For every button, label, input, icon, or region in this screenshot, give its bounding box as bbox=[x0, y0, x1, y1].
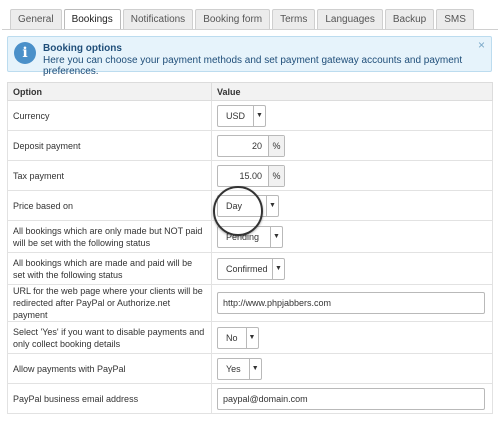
option-label: Tax payment bbox=[7, 160, 212, 191]
table-row: Currency USD ▼ bbox=[7, 100, 493, 131]
tab-bar: General Bookings Notifications Booking f… bbox=[10, 9, 490, 30]
table-row: All bookings which are only made but NOT… bbox=[7, 220, 493, 253]
table-row: URL for the web page where your clients … bbox=[7, 284, 493, 322]
column-header-value: Value bbox=[211, 82, 493, 101]
tab-divider bbox=[2, 29, 498, 30]
option-label: Deposit payment bbox=[7, 130, 212, 161]
percent-addon: % bbox=[268, 165, 284, 186]
redirect-url-input[interactable]: http://www.phpjabbers.com bbox=[217, 292, 485, 314]
chevron-down-icon: ▼ bbox=[272, 258, 284, 279]
info-box: i Booking options Here you can choose yo… bbox=[7, 36, 492, 77]
tab-languages[interactable]: Languages bbox=[317, 9, 383, 29]
option-label: All bookings which are made and paid wil… bbox=[7, 252, 212, 285]
tab-bookings[interactable]: Bookings bbox=[63, 9, 121, 30]
tab-booking-form[interactable]: Booking form bbox=[195, 9, 271, 29]
tab-general[interactable]: General bbox=[10, 9, 62, 29]
info-text: Here you can choose your payment methods… bbox=[43, 55, 463, 77]
tab-terms[interactable]: Terms bbox=[272, 9, 316, 29]
deposit-input[interactable]: 20% bbox=[217, 134, 285, 157]
option-label: Price based on bbox=[7, 190, 212, 221]
option-label: Allow payments with PayPal bbox=[7, 353, 212, 384]
chevron-down-icon: ▼ bbox=[270, 226, 282, 247]
column-header-option: Option bbox=[7, 82, 212, 101]
paid-status-select[interactable]: Confirmed ▼ bbox=[217, 257, 285, 280]
table-row: PayPal business email address paypal@dom… bbox=[7, 383, 493, 414]
info-title: Booking options bbox=[43, 43, 122, 54]
table-header: Option Value bbox=[7, 82, 493, 101]
close-icon[interactable]: × bbox=[478, 38, 485, 52]
table-row: Deposit payment 20% bbox=[7, 130, 493, 161]
options-table: Option Value Currency USD ▼ Deposit payme… bbox=[7, 82, 493, 414]
paypal-email-input[interactable]: paypal@domain.com bbox=[217, 387, 485, 410]
option-label: PayPal business email address bbox=[7, 383, 212, 414]
table-row: Tax payment 15.00% bbox=[7, 160, 493, 191]
tax-input[interactable]: 15.00% bbox=[217, 164, 285, 187]
option-label: Currency bbox=[7, 100, 212, 131]
table-row: Select 'Yes' if you want to disable paym… bbox=[7, 321, 493, 354]
allow-paypal-select[interactable]: Yes ▼ bbox=[217, 357, 262, 380]
tab-notifications[interactable]: Notifications bbox=[122, 9, 194, 29]
chevron-down-icon: ▼ bbox=[248, 358, 261, 379]
chevron-down-icon: ▼ bbox=[253, 105, 265, 126]
table-row: Allow payments with PayPal Yes ▼ bbox=[7, 353, 493, 384]
table-row: Price based on Day ▼ bbox=[7, 190, 493, 221]
tab-backup[interactable]: Backup bbox=[384, 9, 435, 29]
option-label: All bookings which are only made but NOT… bbox=[7, 220, 212, 253]
price-based-select[interactable]: Day ▼ bbox=[217, 194, 279, 217]
tab-sms[interactable]: SMS bbox=[436, 9, 474, 29]
info-icon: i bbox=[14, 42, 36, 64]
chevron-down-icon: ▼ bbox=[245, 327, 258, 348]
currency-select[interactable]: USD ▼ bbox=[217, 104, 267, 127]
table-row: All bookings which are made and paid wil… bbox=[7, 252, 493, 285]
unpaid-status-select[interactable]: Pending ▼ bbox=[217, 225, 283, 248]
percent-addon: % bbox=[268, 135, 284, 156]
disable-payments-select[interactable]: No ▼ bbox=[217, 326, 259, 349]
option-label: Select 'Yes' if you want to disable paym… bbox=[7, 321, 212, 354]
chevron-down-icon: ▼ bbox=[266, 195, 278, 216]
option-label: URL for the web page where your clients … bbox=[7, 284, 212, 322]
